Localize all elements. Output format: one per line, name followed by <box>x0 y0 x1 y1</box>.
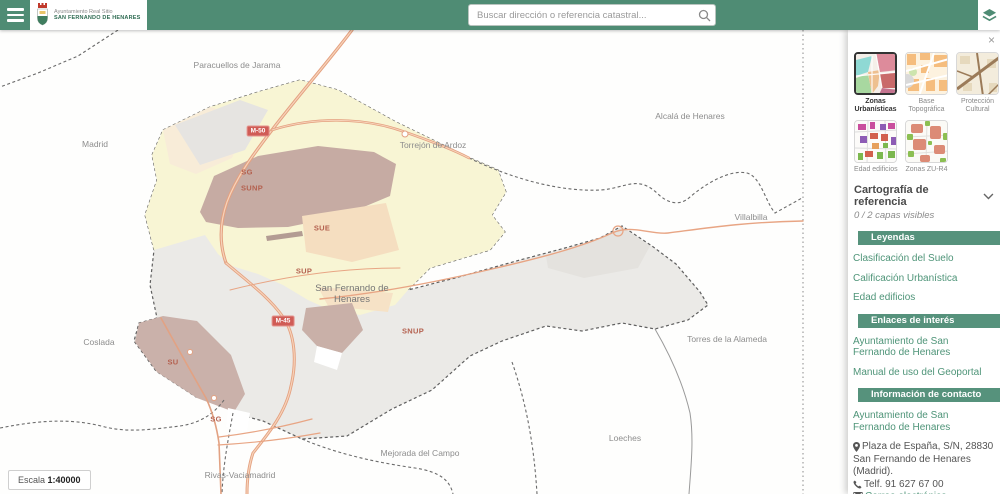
place-label: Mejorada del Campo <box>381 448 460 458</box>
crest-icon <box>35 3 50 27</box>
layers-icon <box>982 8 997 23</box>
zone-label: SU <box>167 358 178 367</box>
basemap-thumbnail <box>856 54 897 95</box>
section-header-enlaces: Enlaces de interés <box>858 314 1000 328</box>
zone-label: SG <box>210 415 221 424</box>
place-label: Coslada <box>83 337 114 347</box>
map-viewport[interactable]: Paracuellos de Jarama Madrid Torrejón de… <box>0 30 848 494</box>
search-icon[interactable] <box>693 9 715 22</box>
map-canvas <box>0 30 848 494</box>
basemap-thumbnail <box>957 53 999 95</box>
scale-value: 1:40000 <box>48 475 81 485</box>
scale-indicator: Escala 1:40000 <box>8 470 91 490</box>
zone-label: SNUP <box>402 327 424 336</box>
zone-label: SUP <box>296 267 312 276</box>
basemap-thumbnail <box>855 121 897 163</box>
contact-link-ayuntamiento[interactable]: Ayuntamiento de San Fernando de Henares <box>853 410 994 433</box>
geoportal-app: Paracuellos de Jarama Madrid Torrejón de… <box>0 0 1000 494</box>
place-label: Torres de la Alameda <box>687 334 767 344</box>
basemap-label: Base Topográfica <box>905 98 948 115</box>
place-label: Alcalá de Henares <box>655 111 724 121</box>
contact-address-line2: San Fernando de Henares (Madrid). <box>853 454 994 479</box>
contact-address-line1: Plaza de España, S/N, 28830 <box>862 441 993 454</box>
place-label: Villalbilla <box>735 212 768 222</box>
basemap-zonas-urbanisticas[interactable]: Zonas Urbanísticas <box>854 52 897 115</box>
basemap-thumbnail <box>906 53 948 95</box>
basemap-proteccion-cultural[interactable]: Protección Cultural <box>956 52 999 115</box>
scale-label: Escala <box>18 475 45 485</box>
map-pin-icon <box>853 442 860 452</box>
zone-label: SUE <box>314 224 330 233</box>
basemap-base-topografica[interactable]: Base Topográfica <box>905 52 948 115</box>
basemap-thumbnail <box>906 121 948 163</box>
basemap-zonas-zu-r4[interactable]: Zonas ZU-R4 <box>905 120 948 174</box>
phone-icon <box>853 480 862 489</box>
basemap-label: Zonas Urbanísticas <box>854 98 897 115</box>
basemap-row-2: Edad edificios <box>854 120 1000 174</box>
logo-line2: SAN FERNANDO DE HENARES <box>54 15 141 21</box>
place-label: Paracuellos de Jarama <box>194 60 281 70</box>
menu-icon[interactable] <box>0 0 30 30</box>
section-header-leyendas: Leyendas <box>858 231 1000 245</box>
contact-phone: Telf. 91 627 67 00 <box>864 479 944 492</box>
link-ayuntamiento[interactable]: Ayuntamiento de San Fernando de Henares <box>853 336 994 359</box>
boundary-solid <box>655 329 692 494</box>
place-label: Madrid <box>82 139 108 149</box>
legend-link-calificacion-urbanistica[interactable]: Calificación Urbanística <box>853 273 994 285</box>
basemap-label: Zonas ZU-R4 <box>905 166 948 174</box>
legend-link-clasificacion-suelo[interactable]: Clasificación del Suelo <box>853 253 994 265</box>
road-badge-m45: M-45 <box>272 316 295 327</box>
basemap-label: Edad edificios <box>854 166 897 174</box>
town-hall-logo[interactable]: Ayuntamiento Real Sitio SAN FERNANDO DE … <box>30 0 147 30</box>
chevron-down-icon[interactable] <box>983 193 994 200</box>
legend-link-edad-edificios[interactable]: Edad edificios <box>853 292 994 304</box>
layers-sidebar: × Zonas Urbanísticas <box>848 30 1000 494</box>
place-label: Loeches <box>609 433 641 443</box>
zone-label: SUNP <box>241 184 263 193</box>
road-badge-m50: M-50 <box>247 126 270 137</box>
cartography-section: Cartografía de referencia 0 / 2 capas vi… <box>854 184 994 221</box>
contact-block: Plaza de España, S/N, 28830 San Fernando… <box>853 441 994 494</box>
place-label: Rivas-Vaciamadrid <box>205 470 276 480</box>
link-manual-geoportal[interactable]: Manual de uso del Geoportal <box>853 367 994 379</box>
layers-visible-status: 0 / 2 capas visibles <box>854 210 994 221</box>
search-bar <box>468 4 716 26</box>
close-icon[interactable]: × <box>988 33 995 47</box>
search-input[interactable] <box>469 10 693 21</box>
section-header-contacto: Información de contacto <box>858 388 1000 402</box>
basemap-edad-edificios[interactable]: Edad edificios <box>854 120 897 174</box>
basemap-row-1: Zonas Urbanísticas <box>854 52 1000 115</box>
cartography-title: Cartografía de referencia <box>854 184 983 208</box>
layers-panel-button[interactable] <box>978 0 1000 30</box>
top-bar: Ayuntamiento Real Sitio SAN FERNANDO DE … <box>0 0 1000 30</box>
basemap-label: Protección Cultural <box>956 98 999 115</box>
zone-label: SG <box>241 168 252 177</box>
place-label-san-fernando: San Fernando de Henares <box>303 283 401 305</box>
place-label: Torrejón de Ardoz <box>400 140 467 150</box>
